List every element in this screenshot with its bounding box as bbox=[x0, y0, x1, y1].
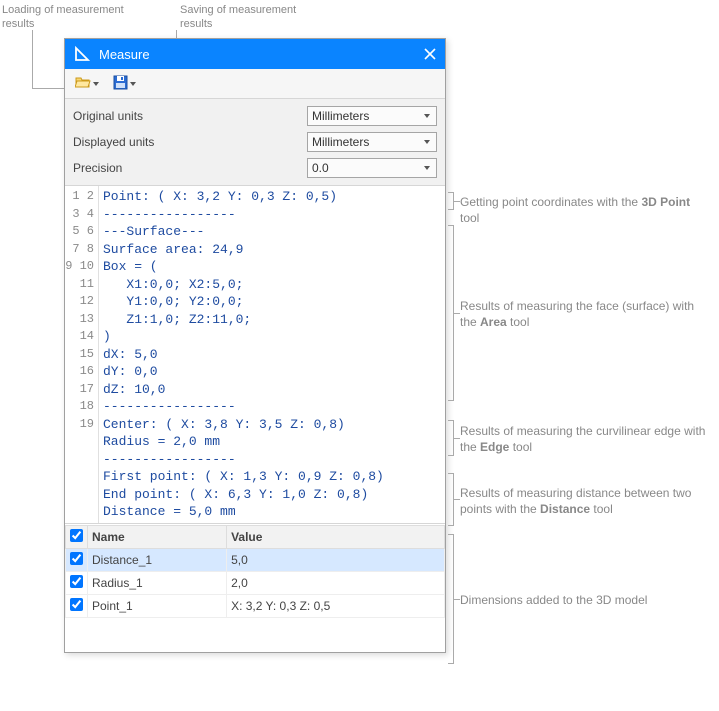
close-button[interactable] bbox=[423, 47, 437, 61]
chevron-down-icon bbox=[130, 82, 136, 86]
callout-line bbox=[32, 30, 33, 88]
displayed-units-select[interactable]: Millimeters bbox=[307, 132, 437, 152]
floppy-save-icon bbox=[113, 75, 128, 93]
table-row[interactable]: Radius_12,0 bbox=[66, 572, 445, 595]
log-lines: Point: ( X: 3,2 Y: 0,3 Z: 0,5) ---------… bbox=[99, 186, 445, 523]
annotation-dimensions: Dimensions added to the 3D model bbox=[460, 592, 710, 608]
table-row[interactable]: Distance_15,0 bbox=[66, 549, 445, 572]
annotation-save: Saving of measurement results bbox=[180, 4, 310, 32]
annotation-area: Results of measuring the face (surface) … bbox=[460, 298, 710, 330]
precision-label: Precision bbox=[73, 161, 307, 175]
titlebar[interactable]: Measure bbox=[65, 39, 445, 69]
chevron-down-icon bbox=[424, 140, 430, 144]
chevron-down-icon bbox=[93, 82, 99, 86]
original-units-value: Millimeters bbox=[312, 109, 369, 123]
column-name[interactable]: Name bbox=[88, 526, 227, 549]
cell-value: 2,0 bbox=[227, 572, 445, 595]
column-value[interactable]: Value bbox=[227, 526, 445, 549]
annotation-edge: Results of measuring the curvilinear edg… bbox=[460, 423, 710, 455]
row-checkbox-cell[interactable] bbox=[66, 549, 88, 572]
line-gutter: 1 2 3 4 5 6 7 8 9 10 11 12 13 14 15 16 1… bbox=[65, 186, 99, 523]
cell-name: Point_1 bbox=[88, 595, 227, 618]
annotation-distance: Results of measuring distance between tw… bbox=[460, 485, 710, 517]
row-checkbox-cell[interactable] bbox=[66, 572, 88, 595]
chevron-down-icon bbox=[424, 166, 430, 170]
chevron-down-icon bbox=[424, 114, 430, 118]
row-checkbox[interactable] bbox=[70, 552, 83, 565]
original-units-select[interactable]: Millimeters bbox=[307, 106, 437, 126]
dimensions-grid: Name Value Distance_15,0Radius_12,0Point… bbox=[65, 524, 445, 652]
ruler-icon bbox=[73, 45, 91, 63]
row-checkbox[interactable] bbox=[70, 598, 83, 611]
original-units-label: Original units bbox=[73, 109, 307, 123]
header-checkbox[interactable] bbox=[70, 529, 83, 542]
displayed-units-value: Millimeters bbox=[312, 135, 369, 149]
settings-panel: Original units Millimeters Displayed uni… bbox=[65, 99, 445, 186]
window-title: Measure bbox=[99, 47, 150, 62]
open-button[interactable] bbox=[71, 73, 103, 95]
header-checkbox-cell[interactable] bbox=[66, 526, 88, 549]
cell-name: Distance_1 bbox=[88, 549, 227, 572]
annotation-load: Loading of measurement results bbox=[2, 4, 132, 32]
cell-value: X: 3,2 Y: 0,3 Z: 0,5 bbox=[227, 595, 445, 618]
measure-dialog: Measure bbox=[64, 38, 446, 653]
cell-name: Radius_1 bbox=[88, 572, 227, 595]
displayed-units-label: Displayed units bbox=[73, 135, 307, 149]
save-button[interactable] bbox=[109, 73, 140, 95]
precision-select[interactable]: 0.0 bbox=[307, 158, 437, 178]
cell-value: 5,0 bbox=[227, 549, 445, 572]
table-row[interactable]: Point_1X: 3,2 Y: 0,3 Z: 0,5 bbox=[66, 595, 445, 618]
toolbar bbox=[65, 69, 445, 99]
row-checkbox[interactable] bbox=[70, 575, 83, 588]
row-checkbox-cell[interactable] bbox=[66, 595, 88, 618]
annotation-3d-point: Getting point coordinates with the 3D Po… bbox=[460, 194, 710, 226]
precision-value: 0.0 bbox=[312, 161, 329, 175]
folder-open-icon bbox=[75, 75, 91, 92]
measurement-log[interactable]: 1 2 3 4 5 6 7 8 9 10 11 12 13 14 15 16 1… bbox=[65, 186, 445, 524]
